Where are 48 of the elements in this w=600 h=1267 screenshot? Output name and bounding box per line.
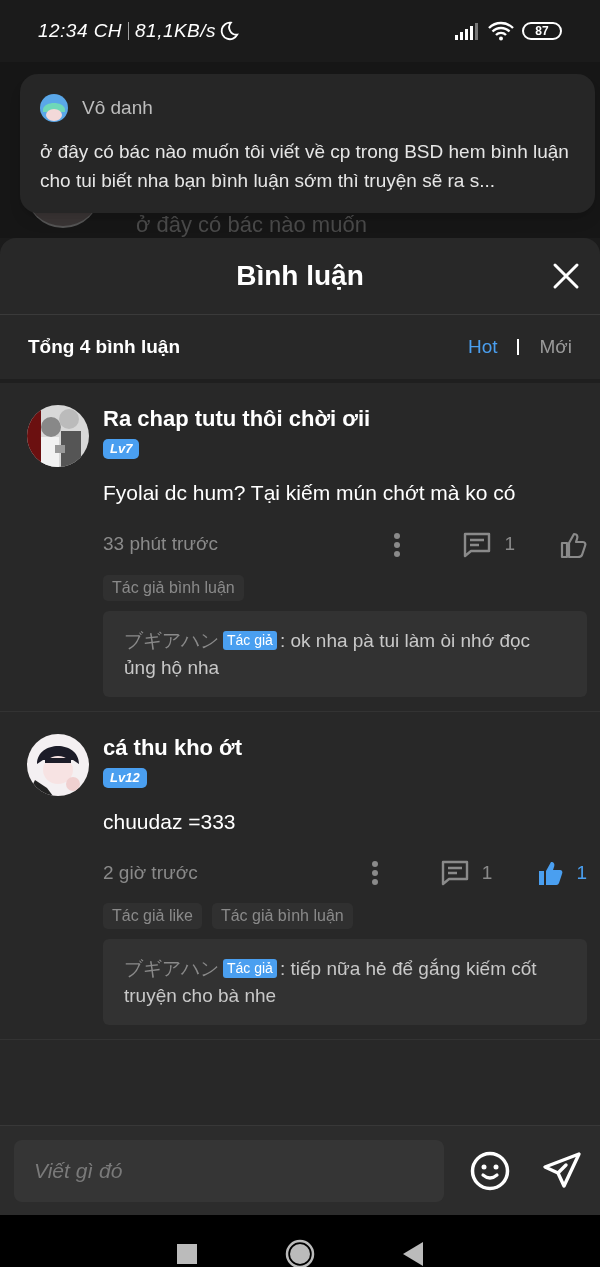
comment-time: 2 giờ trước xyxy=(103,860,198,885)
reply-button[interactable]: 1 xyxy=(439,858,493,888)
reply-text: ブギアハン Tác giả : tiếp nữa hẻ để gắng kiếm cốt truyện cho bà nhe xyxy=(124,957,538,1008)
wifi-icon xyxy=(488,21,514,41)
comment-icon xyxy=(462,530,493,559)
like-button[interactable]: 1 xyxy=(536,858,587,888)
tag-label: Tác giả bình luận xyxy=(211,903,353,929)
comment-icon xyxy=(439,859,470,887)
moon-icon xyxy=(218,20,240,42)
comment-text: Fyolai dc hum? Tại kiếm mún chớt mà ko có xyxy=(103,480,517,506)
comment-time: 33 phút trước xyxy=(103,532,218,557)
level-badge: Lv12 xyxy=(103,767,147,788)
user-name: cá thu kho ớt xyxy=(103,733,244,762)
comment-input-field[interactable]: Viết gì đó xyxy=(14,1139,444,1202)
network-speed: 81,1KB/s xyxy=(135,18,216,43)
emoji-button[interactable] xyxy=(470,1150,510,1191)
user-name: Ra chap tutu thôi chời ơii xyxy=(103,405,372,433)
more-button[interactable] xyxy=(369,860,380,886)
home-icon[interactable] xyxy=(285,1239,315,1267)
sort-tab[interactable]: Hot xyxy=(467,332,498,362)
avatar-icon xyxy=(40,94,68,123)
notification-author: Vô danh xyxy=(82,96,153,120)
close-button[interactable] xyxy=(552,262,580,290)
sheet-title: Bình luận xyxy=(236,259,364,293)
thumbs-up-icon xyxy=(559,530,587,559)
notification-card[interactable]: Vô danh ở đây có bác nào muốn tôi viết về cp trong BSD hem bình luận cho tui biết nha bạn bình luận sớm thì truyện sẽ ra s... xyxy=(20,74,595,213)
comment-text: chuudaz =333 xyxy=(103,808,237,835)
more-icon xyxy=(393,531,402,558)
reply-text: ブギアハン Tác giả : ok nha pà tui làm òi nhớ đọc ủng hộ nha xyxy=(124,628,532,680)
tag-label: Tác giả like xyxy=(103,903,202,929)
status-time: 12:34 CH xyxy=(38,18,123,43)
sort-tab[interactable]: Mới xyxy=(539,332,572,362)
signal-icon xyxy=(454,22,480,40)
reply-button[interactable]: 1 xyxy=(462,530,515,559)
level-badge: Lv7 xyxy=(103,439,140,459)
notification-text: ở đây có bác nào muốn tôi viết về cp trong BSD hem bình luận cho tui biết nha bạn bình luận sớm thì truyện sẽ ra s... xyxy=(40,139,570,193)
tag-label: Tác giả bình luận xyxy=(103,574,244,601)
battery-indicator: 87 xyxy=(522,22,562,40)
more-button[interactable] xyxy=(392,531,403,558)
send-icon xyxy=(542,1150,582,1191)
send-button[interactable] xyxy=(542,1150,582,1191)
thumbs-up-icon xyxy=(536,859,565,887)
back-icon[interactable] xyxy=(403,1242,423,1266)
comment-total: Tổng 4 bình luận xyxy=(28,334,180,359)
more-icon xyxy=(370,860,379,886)
smiley-icon xyxy=(470,1150,510,1191)
close-icon xyxy=(552,262,580,290)
like-button[interactable] xyxy=(559,530,587,559)
